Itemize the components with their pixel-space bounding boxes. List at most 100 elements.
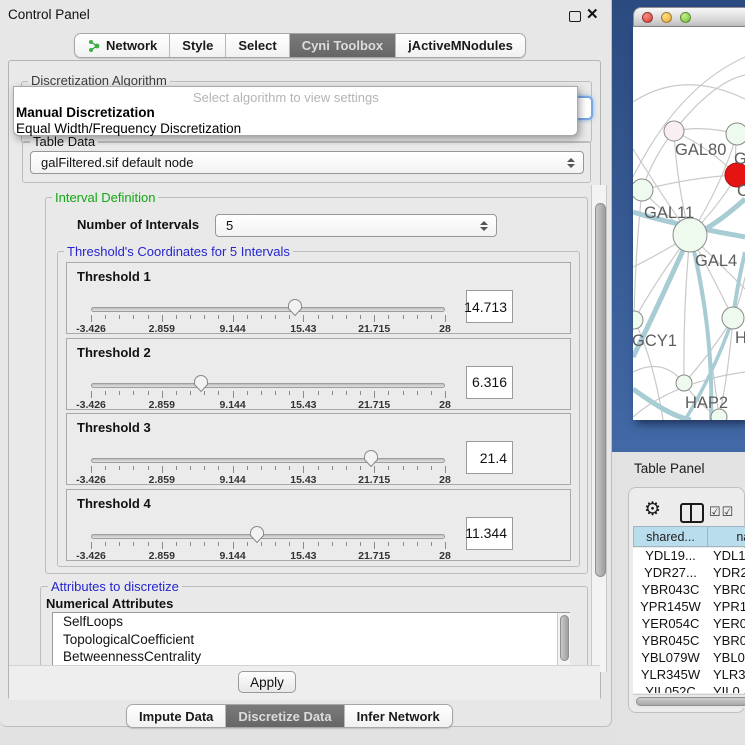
clipped-node-topright[interactable]: [726, 123, 745, 145]
node-table-rows[interactable]: YDL19...YDL1YDR27...YDR2YBR043CYBR0YPR14…: [633, 548, 745, 693]
node-label-gcy1: GCY1: [633, 332, 677, 350]
threshold-value-field[interactable]: 21.4: [466, 441, 513, 474]
threshold-panel: Threshold 4-3.4262.8599.14415.4321.71528…: [66, 489, 571, 561]
column-header-shared-name[interactable]: shared...: [633, 526, 708, 547]
slider-tick: [133, 315, 134, 319]
table-row[interactable]: YLR345WYLR3: [633, 667, 745, 684]
slider-tick: [105, 466, 106, 470]
slider-track[interactable]: [91, 383, 445, 388]
panel-vertical-scrollbar[interactable]: [591, 185, 607, 672]
slider-thumb[interactable]: [193, 374, 209, 398]
H-node[interactable]: [722, 307, 744, 329]
dropdown-option[interactable]: Manual Discretization: [14, 105, 577, 121]
GCY1-node[interactable]: [633, 311, 643, 329]
hscroll-thumb[interactable]: [636, 697, 745, 706]
slider-tick: [233, 466, 234, 473]
dropdown-option[interactable]: Equal Width/Frequency Discretization: [14, 121, 577, 137]
table-row[interactable]: YIL052CYIL0: [633, 684, 745, 693]
slider-track[interactable]: [91, 534, 445, 539]
GAL80-node[interactable]: [664, 121, 684, 141]
apply-band: [9, 665, 600, 700]
network-edge[interactable]: [634, 190, 642, 320]
table-row[interactable]: YBR043CYBR0: [633, 582, 745, 599]
threshold-value-field[interactable]: 11.344: [466, 517, 513, 550]
slider-tick: [162, 542, 163, 549]
tick-label: -3.426: [69, 474, 113, 486]
slider-tick: [148, 466, 149, 470]
slider-tick: [374, 315, 375, 322]
minimize-traffic-light-icon[interactable]: [661, 12, 672, 23]
threshold-panel: Threshold 2-3.4262.8599.14415.4321.71528…: [66, 338, 571, 410]
gear-icon[interactable]: ⚙: [644, 500, 661, 519]
slider-tick: [417, 466, 418, 470]
numerical-attributes-list[interactable]: SelfLoopsTopologicalCoefficientBetweenne…: [52, 612, 570, 666]
slider-tick: [176, 391, 177, 395]
slider-tick: [91, 542, 92, 549]
table-horizontal-scrollbar[interactable]: [633, 694, 745, 708]
threshold-value-field[interactable]: 14.713: [466, 290, 513, 323]
attributes-list-scrollbar[interactable]: [557, 613, 570, 665]
cell-name: YDL1: [713, 548, 745, 563]
slider-tick: [360, 315, 361, 319]
tick-label: 9.144: [211, 399, 255, 411]
slider-tick: [318, 391, 319, 395]
network-edge[interactable]: [633, 85, 745, 102]
slider-tick: [218, 466, 219, 470]
slider-track[interactable]: [91, 307, 445, 312]
slider-tick: [445, 542, 446, 549]
slider-thumb[interactable]: [249, 525, 265, 549]
close-icon[interactable]: ✕: [586, 5, 599, 23]
table-row[interactable]: YBR045CYBR0: [633, 633, 745, 650]
GAL11-node[interactable]: [633, 179, 653, 201]
GAL4-node[interactable]: [673, 218, 707, 252]
slider-tick: [275, 466, 276, 470]
table-row[interactable]: YBL079WYBL0: [633, 650, 745, 667]
attribute-list-item[interactable]: BetweennessCentrality: [53, 648, 569, 666]
tab-style[interactable]: Style: [170, 34, 226, 57]
number-of-intervals-spinner[interactable]: 5: [215, 214, 497, 237]
attribute-list-item[interactable]: SelfLoops: [53, 613, 569, 631]
slider-thumb[interactable]: [363, 449, 379, 473]
tab-network[interactable]: Network: [75, 34, 170, 57]
network-edge[interactable]: [684, 235, 690, 383]
dropdown-placeholder-option[interactable]: Select algorithm to view settings: [14, 87, 577, 105]
table-row[interactable]: YDR27...YDR2: [633, 565, 745, 582]
close-traffic-light-icon[interactable]: [642, 12, 653, 23]
table-row[interactable]: YPR145WYPR1: [633, 599, 745, 616]
table-row[interactable]: YER054CYER0: [633, 616, 745, 633]
network-edge[interactable]: [674, 75, 745, 131]
zoom-traffic-light-icon[interactable]: [680, 12, 691, 23]
tab-select[interactable]: Select: [226, 34, 289, 57]
slider-thumb[interactable]: [287, 298, 303, 322]
slider-tick: [190, 315, 191, 319]
tab-label: Select: [238, 38, 276, 53]
threshold-value-field[interactable]: 6.316: [466, 366, 513, 399]
column-header-name[interactable]: name: [707, 526, 745, 547]
tab-infer-network[interactable]: Infer Network: [345, 705, 452, 727]
network-window-titlebar[interactable]: [633, 7, 745, 27]
table-data-combobox[interactable]: galFiltered.sif default node: [30, 151, 584, 174]
tab-cyni-toolbox[interactable]: Cyni Toolbox: [290, 34, 396, 57]
slider-tick: [403, 391, 404, 395]
HAP2-node[interactable]: [676, 375, 692, 391]
control-panel-window: Control Panel ✕ NetworkStyleSelectCyni T…: [0, 0, 612, 727]
slider-tick: [332, 391, 333, 395]
tick-label: 21.715: [352, 323, 396, 335]
network-view-canvas[interactable]: GAL80GACGAL11GAL4GCY1HHAP2: [633, 27, 745, 420]
slider-tick: [190, 542, 191, 546]
network-edge[interactable]: [642, 175, 737, 190]
slider-track[interactable]: [91, 458, 445, 463]
tab-impute-data[interactable]: Impute Data: [127, 705, 226, 727]
tab-jactivemnodules[interactable]: jActiveMNodules: [396, 34, 525, 57]
checkbox-icons[interactable]: ☑☑: [709, 504, 734, 520]
cell-name: YDR2: [713, 565, 745, 580]
apply-button[interactable]: Apply: [238, 671, 296, 693]
slider-tick: [346, 466, 347, 470]
table-row[interactable]: YDL19...YDL1: [633, 548, 745, 565]
float-window-icon[interactable]: [569, 11, 581, 22]
table-panel-title: Table Panel: [634, 461, 705, 476]
tab-discretize-data[interactable]: Discretize Data: [226, 705, 344, 727]
attribute-list-item[interactable]: TopologicalCoefficient: [53, 631, 569, 649]
tick-label: 21.715: [352, 550, 396, 562]
split-column-icon[interactable]: [680, 503, 704, 523]
